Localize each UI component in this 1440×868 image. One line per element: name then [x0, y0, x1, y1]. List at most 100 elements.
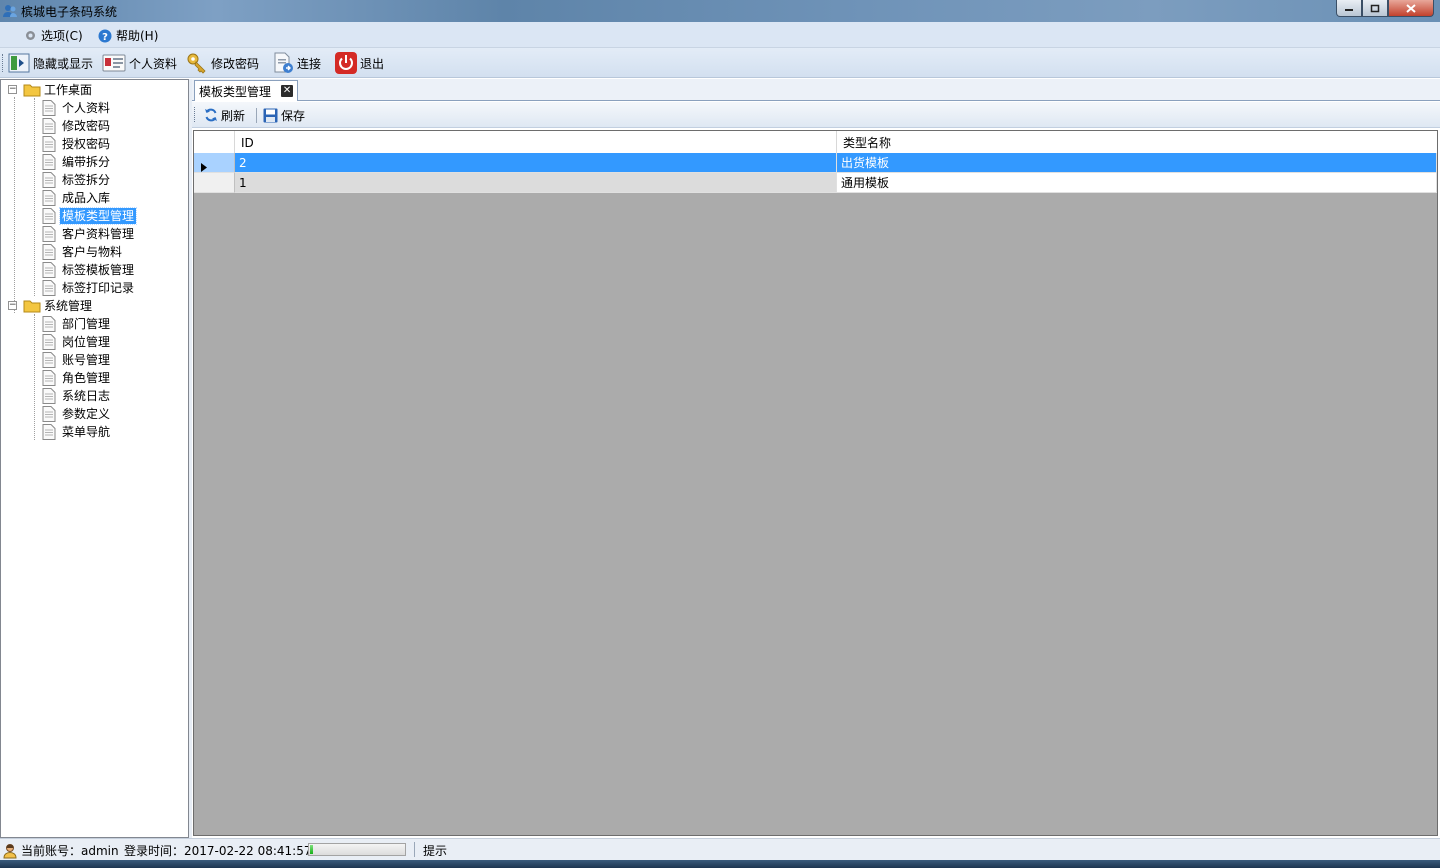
tree-item-template-type[interactable]: 模板类型管理: [42, 207, 138, 225]
tree-item-menu-nav[interactable]: 菜单导航: [42, 423, 112, 441]
tree-item-label: 系统日志: [62, 389, 111, 403]
save-label: 保存: [281, 108, 306, 123]
tree-item-label: 标签模板管理: [62, 263, 135, 277]
table-row[interactable]: 1 通用模板: [194, 173, 1437, 193]
tree-item-system-log[interactable]: 系统日志: [42, 387, 112, 405]
row-indicator[interactable]: [194, 153, 235, 173]
close-button[interactable]: [1388, 0, 1434, 17]
tree-item-account[interactable]: 账号管理: [42, 351, 112, 369]
navigation-tree[interactable]: − 工作桌面 个人资料 修改密码 授权密码 编带拆分 标签拆分 成品入库 模板类…: [0, 79, 189, 838]
tree-item-auth-password[interactable]: 授权密码: [42, 135, 112, 153]
cell-id[interactable]: 2: [235, 153, 837, 173]
progress-fill: [310, 845, 313, 854]
tree-group-system[interactable]: − 系统管理: [8, 297, 94, 315]
toggle-button[interactable]: 隐藏或显示: [8, 51, 93, 75]
title-bar[interactable]: 槟城电子条码系统: [0, 0, 1440, 22]
current-account: 当前账号： admin: [2, 842, 119, 859]
menu-help[interactable]: ? 帮助(H): [98, 27, 158, 44]
tree-item-customer-info[interactable]: 客户资料管理: [42, 225, 136, 243]
login-time-value: 2017-02-22 08:41:57: [184, 843, 312, 858]
refresh-icon: [204, 108, 218, 122]
row-header-corner[interactable]: [194, 131, 235, 153]
os-taskbar: [0, 860, 1440, 868]
profile-button[interactable]: 个人资料: [102, 51, 177, 75]
tree-item-product-inbound[interactable]: 成品入库: [42, 189, 112, 207]
login-time-label: 登录时间：: [124, 844, 185, 858]
tree-item-label: 角色管理: [62, 371, 111, 385]
document-icon: [42, 388, 56, 404]
connect-button-label: 连接: [297, 56, 322, 71]
tree-item-label: 模板类型管理: [58, 207, 138, 225]
status-progress-bar: [308, 843, 406, 856]
document-icon: [42, 316, 56, 332]
tree-item-label-template[interactable]: 标签模板管理: [42, 261, 136, 279]
document-icon: [42, 262, 56, 278]
document-icon: [42, 244, 56, 260]
tree-connector: [34, 98, 35, 296]
exit-button[interactable]: 退出: [335, 51, 384, 75]
document-icon: [42, 406, 56, 422]
minimize-button[interactable]: [1336, 0, 1362, 17]
tree-item-profile[interactable]: 个人资料: [42, 99, 112, 117]
tab-template-type[interactable]: 模板类型管理 ✕: [194, 80, 299, 101]
refresh-button[interactable]: 刷新: [204, 103, 245, 127]
row-indicator[interactable]: [194, 173, 235, 193]
tree-item-label: 客户与物料: [62, 245, 123, 259]
collapse-toggle-icon[interactable]: −: [8, 85, 17, 94]
document-icon: [42, 424, 56, 440]
save-icon: [263, 108, 278, 123]
gear-icon: [24, 29, 37, 42]
tree-group-label: 工作桌面: [44, 83, 93, 97]
user-icon: [2, 843, 18, 859]
profile-button-label: 个人资料: [129, 56, 178, 71]
status-bar: 当前账号： admin 登录时间： 2017-02-22 08:41:57 提示: [0, 838, 1440, 860]
cell-id[interactable]: 1: [235, 173, 837, 193]
status-hint: 提示: [423, 842, 447, 859]
document-icon: [42, 334, 56, 350]
tree-item-label: 参数定义: [62, 407, 111, 421]
tree-item-department[interactable]: 部门管理: [42, 315, 112, 333]
column-header-id[interactable]: ID: [235, 131, 837, 153]
tree-item-label: 成品入库: [62, 191, 111, 205]
panel-splitter[interactable]: [189, 79, 192, 838]
tree-item-parameters[interactable]: 参数定义: [42, 405, 112, 423]
connect-document-icon: [272, 52, 294, 74]
refresh-label: 刷新: [221, 108, 246, 123]
save-button[interactable]: 保存: [263, 103, 305, 127]
toolbar-grip[interactable]: [2, 54, 5, 72]
main-toolbar: 隐藏或显示 个人资料 修改密码 连接 退出: [0, 48, 1440, 78]
toggle-panel-icon: [8, 52, 30, 74]
tree-item-customer-material[interactable]: 客户与物料: [42, 243, 124, 261]
cell-type-name[interactable]: 通用模板: [837, 173, 1437, 193]
document-tabs: 模板类型管理 ✕: [192, 79, 1440, 101]
connect-button[interactable]: 连接: [272, 51, 321, 75]
tree-group-workspace[interactable]: − 工作桌面: [8, 81, 94, 99]
tree-item-label-split[interactable]: 标签拆分: [42, 171, 112, 189]
tab-title: 模板类型管理: [199, 84, 272, 99]
column-header-type-name[interactable]: 类型名称: [837, 131, 1437, 153]
svg-text:?: ?: [102, 32, 108, 43]
toolbar-grip[interactable]: [194, 107, 197, 122]
document-icon: [42, 190, 56, 206]
tree-item-change-password[interactable]: 修改密码: [42, 117, 112, 135]
tree-item-role[interactable]: 角色管理: [42, 369, 112, 387]
template-type-grid[interactable]: ID 类型名称 2 出货模板 1 通用模板: [193, 130, 1438, 836]
close-tab-icon[interactable]: ✕: [281, 85, 294, 97]
change-password-label: 修改密码: [211, 56, 260, 71]
menu-options[interactable]: 选项(C): [24, 27, 83, 44]
document-icon: [42, 226, 56, 242]
account-label: 当前账号：: [21, 844, 82, 858]
tree-item-tape-split[interactable]: 编带拆分: [42, 153, 112, 171]
cell-type-name[interactable]: 出货模板: [837, 153, 1437, 173]
table-row[interactable]: 2 出货模板: [194, 153, 1437, 173]
document-icon: [42, 118, 56, 134]
tree-item-print-log[interactable]: 标签打印记录: [42, 279, 136, 297]
menu-options-label: 选项(C): [41, 29, 83, 43]
tree-item-label: 标签拆分: [62, 173, 111, 187]
toolbar-separator: [256, 108, 257, 123]
maximize-button[interactable]: [1362, 0, 1388, 17]
tree-item-position[interactable]: 岗位管理: [42, 333, 112, 351]
collapse-toggle-icon[interactable]: −: [8, 301, 17, 310]
tree-item-label: 授权密码: [62, 137, 111, 151]
change-password-button[interactable]: 修改密码: [186, 51, 259, 75]
